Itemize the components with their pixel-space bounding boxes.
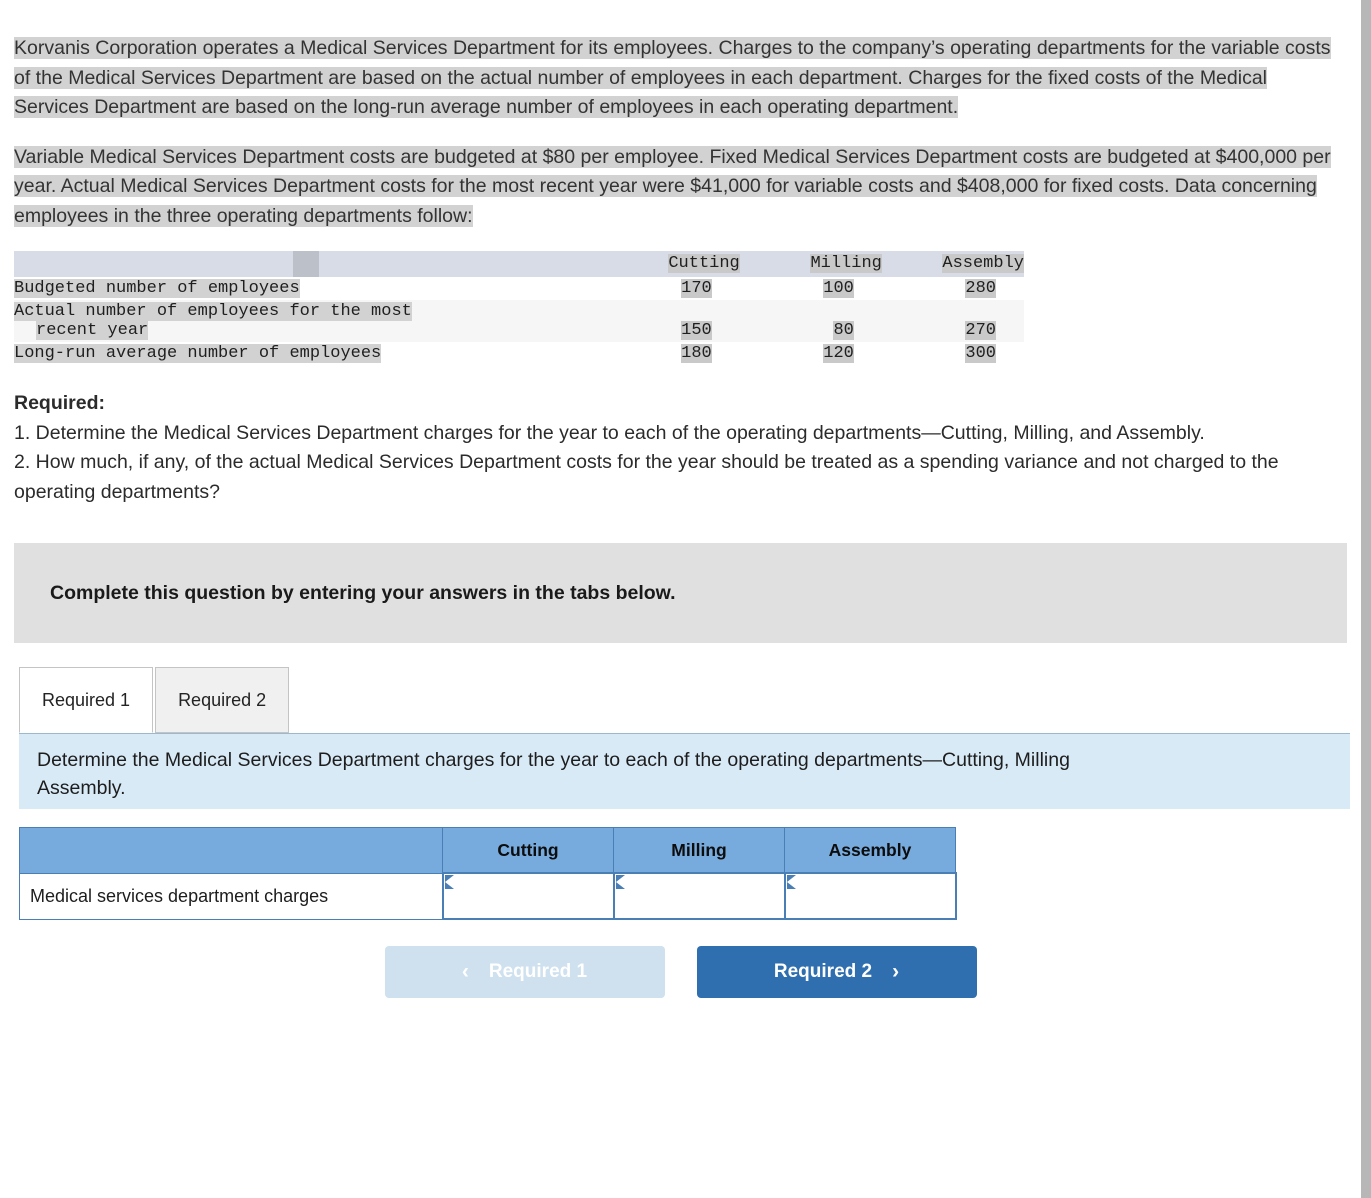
chevron-right-icon: › (892, 960, 900, 983)
table-row: Budgeted number of employees 170 100 280 (14, 277, 1024, 300)
cell-actual-assembly: 270 (965, 321, 996, 340)
tab-instruction-panel: Determine the Medical Services Departmen… (19, 733, 1350, 809)
answer-input-cutting[interactable] (444, 875, 612, 917)
table-row: Actual number of employees for the most … (14, 300, 1024, 342)
answer-input-milling[interactable] (615, 875, 783, 917)
table-row: Long-run average number of employees 180… (14, 342, 1024, 365)
row-label-longrun: Long-run average number of employees (14, 344, 382, 363)
problem-paragraph-1: Korvanis Corporation operates a Medical … (14, 34, 1347, 123)
required-item-2: 2. How much, if any, of the actual Medic… (14, 451, 1279, 503)
answer-table-wrap: Cutting Milling Assembly Medical service… (19, 827, 1361, 920)
table-header-row: Cutting Milling Assembly (14, 251, 1024, 277)
answer-cell-cutting[interactable] (441, 872, 615, 920)
chevron-left-icon: ‹ (461, 960, 469, 983)
column-header-assembly: Assembly (942, 254, 1024, 273)
problem-statement: Korvanis Corporation operates a Medical … (0, 0, 1361, 231)
employee-data-table-body: Budgeted number of employees 170 100 280… (14, 277, 1024, 365)
tab-instruction-line-2: Assembly. (37, 777, 126, 799)
answer-column-header-cutting: Cutting (442, 827, 614, 874)
instructions-banner-text: Complete this question by entering your … (50, 581, 676, 604)
row-label-actual-line2: recent year (36, 321, 149, 340)
next-required-button[interactable]: Required 2 › (696, 946, 977, 998)
requirement-navigation: ‹ Required 1 Required 2 › (0, 946, 1361, 998)
employee-data-table-head: Cutting Milling Assembly (14, 251, 1024, 277)
answer-table-head: Cutting Milling Assembly (19, 827, 956, 874)
answer-table-body: Medical services department charges (19, 872, 957, 920)
cell-actual-cutting: 150 (681, 321, 712, 340)
table-row: Medical services department charges (19, 872, 957, 920)
stub-swatch (292, 251, 319, 277)
cell-budgeted-assembly: 280 (965, 279, 996, 298)
tab-required-2-label: Required 2 (178, 689, 267, 710)
question-page: Korvanis Corporation operates a Medical … (0, 0, 1361, 1198)
answer-row-label: Medical services department charges (19, 872, 443, 920)
required-section: Required: 1. Determine the Medical Servi… (0, 365, 1361, 507)
employee-data-table: Cutting Milling Assembly Budgeted number… (14, 251, 1024, 365)
employee-data-stub-header (14, 251, 598, 277)
cell-longrun-cutting: 180 (681, 344, 712, 363)
problem-paragraph-2: Variable Medical Services Department cos… (14, 143, 1347, 232)
instructions-banner: Complete this question by entering your … (14, 543, 1347, 643)
row-label-actual: Actual number of employees for the most … (14, 300, 598, 342)
cell-longrun-milling: 120 (823, 344, 854, 363)
tab-required-1[interactable]: Required 1 (19, 667, 154, 733)
required-heading: Required: (14, 392, 106, 414)
answer-column-header-assembly: Assembly (784, 827, 956, 874)
column-header-cutting: Cutting (668, 254, 740, 273)
cell-actual-milling: 80 (833, 321, 854, 340)
answer-stub-header (19, 827, 443, 874)
page-scrollbar[interactable] (1361, 0, 1371, 1198)
tab-required-1-label: Required 1 (42, 689, 131, 710)
answer-header-row: Cutting Milling Assembly (19, 827, 956, 874)
next-required-label: Required 2 (773, 961, 873, 982)
answer-cell-milling[interactable] (612, 872, 786, 920)
answer-cell-assembly[interactable] (783, 872, 957, 920)
cell-budgeted-milling: 100 (823, 279, 854, 298)
required-item-1: 1. Determine the Medical Services Depart… (14, 421, 1205, 444)
requirement-tabs: Required 1 Required 2 (19, 667, 1361, 733)
row-label-budgeted: Budgeted number of employees (14, 279, 300, 298)
problem-paragraph-2-text: Variable Medical Services Department cos… (14, 145, 1331, 227)
problem-paragraph-1-text: Korvanis Corporation operates a Medical … (14, 37, 1331, 118)
tab-instruction-line-1: Determine the Medical Services Departmen… (37, 749, 1070, 771)
prev-required-label: Required 1 (488, 961, 588, 982)
cell-longrun-assembly: 300 (965, 344, 996, 363)
row-label-actual-line1: Actual number of employees for the most (14, 302, 412, 321)
column-header-milling: Milling (810, 254, 882, 273)
prev-required-button[interactable]: ‹ Required 1 (384, 946, 665, 998)
answer-table: Cutting Milling Assembly Medical service… (19, 827, 957, 920)
cell-budgeted-cutting: 170 (681, 279, 712, 298)
answer-input-assembly[interactable] (786, 875, 954, 917)
tab-required-2[interactable]: Required 2 (155, 667, 290, 733)
answer-column-header-milling: Milling (613, 827, 785, 874)
